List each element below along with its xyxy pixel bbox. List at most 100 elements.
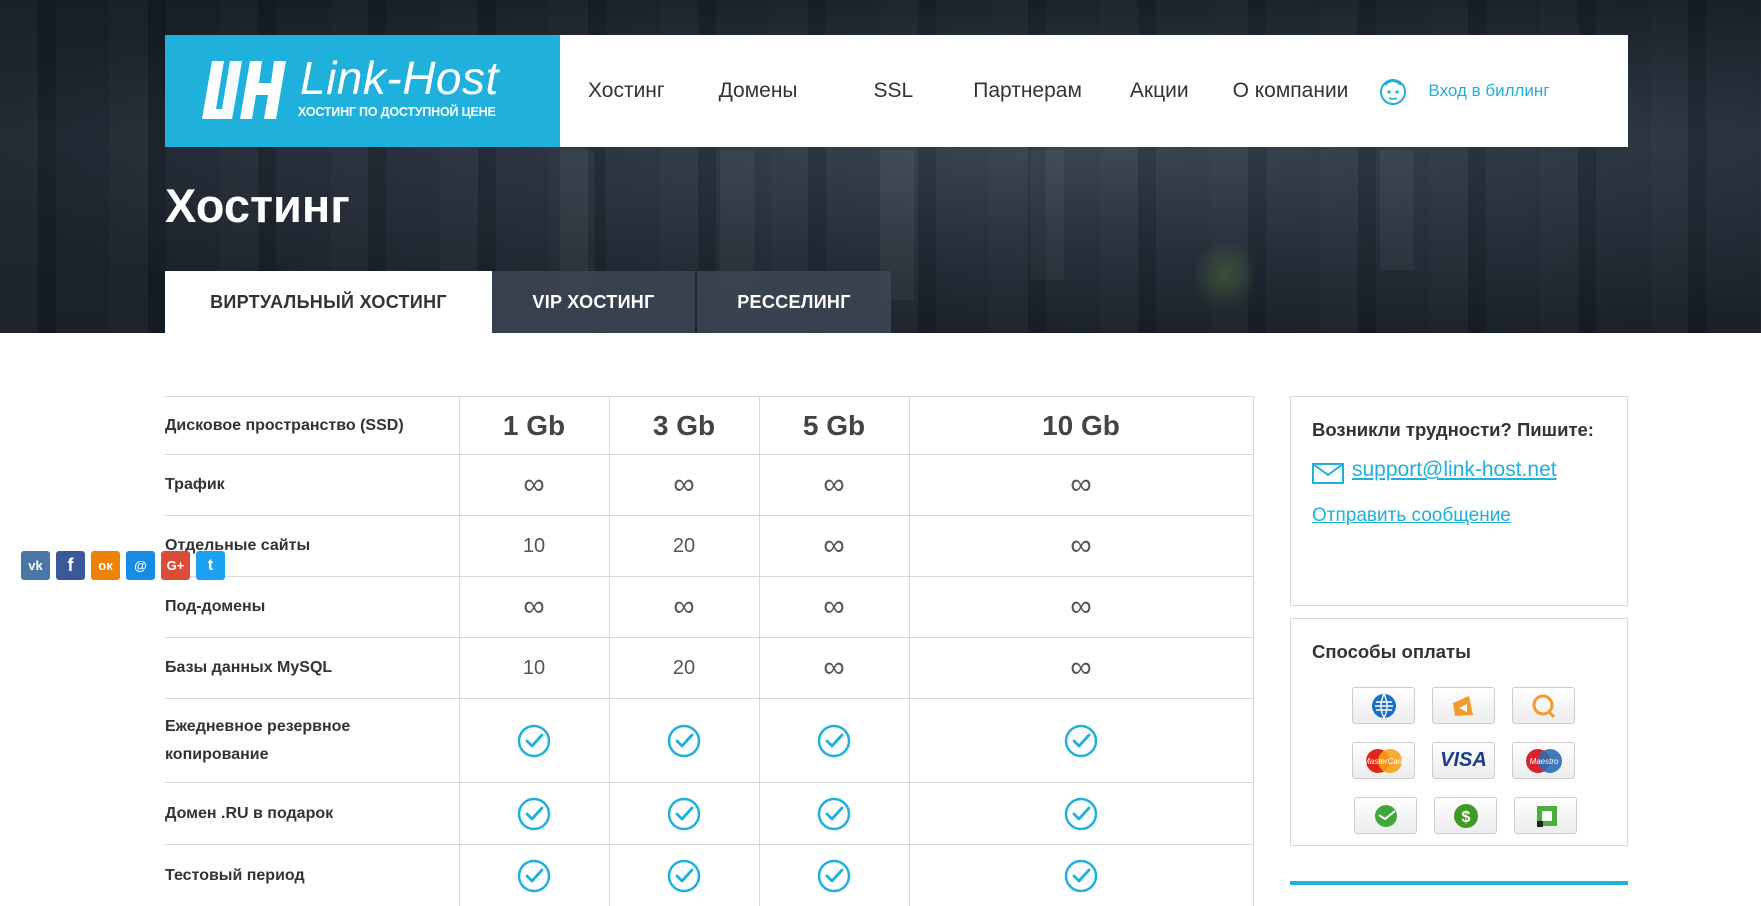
plan-header: 3 Gb (608, 396, 759, 455)
infinity-value: ∞ (523, 468, 545, 501)
plan-value: 10 (458, 515, 609, 577)
plan-header: 1 Gb (458, 396, 609, 455)
odnoklassniki-icon[interactable]: ок (91, 551, 120, 580)
plan-value (458, 782, 609, 845)
check-icon (667, 859, 701, 892)
plan-value (908, 698, 1254, 783)
check-icon (817, 797, 851, 830)
plan-value (608, 782, 759, 845)
tab-reselling[interactable]: РЕССЕЛИНГ (697, 271, 891, 333)
numeric-value: 20 (672, 534, 696, 557)
visa-icon: VISA (1432, 742, 1495, 779)
feature-label: Ежедневное резервное копирование (165, 698, 459, 783)
plan-value: 10 (458, 637, 609, 699)
table-row: Под-домены ∞ ∞ ∞ ∞ (165, 576, 1254, 638)
plan-value (608, 698, 759, 783)
feature-label: Домен .RU в подарок (165, 782, 459, 845)
table-row: Домен .RU в подарок (165, 782, 1254, 845)
check-icon (1064, 859, 1098, 892)
support-email-link[interactable]: support@link-host.net (1352, 458, 1557, 482)
plan-value: ∞ (758, 637, 909, 699)
billing-label: Вход в биллинг (1428, 81, 1550, 100)
support-email-row: support@link-host.net (1312, 455, 1557, 485)
check-icon (1064, 797, 1098, 830)
nav-item-about[interactable]: О компании (1233, 79, 1349, 103)
tab-vip-hosting[interactable]: VIP ХОСТИНГ (492, 271, 697, 333)
numeric-value: 20 (672, 656, 696, 679)
nav-item-partners[interactable]: Партнерам (973, 79, 1082, 103)
moimir-icon[interactable]: @ (126, 551, 155, 580)
plan-value: ∞ (758, 454, 909, 516)
nav-item-promotions[interactable]: Акции (1130, 79, 1189, 103)
accent-divider (1290, 881, 1628, 885)
infinity-value: ∞ (823, 651, 845, 684)
webmoney-icon (1352, 687, 1415, 724)
plan-header: 5 Gb (758, 396, 909, 455)
visa-label: VISA (1440, 749, 1487, 771)
infinity-value: ∞ (523, 590, 545, 623)
logo[interactable]: Link-Host ХОСТИНГ ПО ДОСТУПНОЙ ЦЕНЕ (165, 35, 560, 147)
plan-value (908, 782, 1254, 845)
nav-item-hosting[interactable]: Хостинг (588, 79, 665, 103)
qiwi-icon (1512, 687, 1575, 724)
check-icon (667, 797, 701, 830)
infinity-value: ∞ (673, 590, 695, 623)
check-icon (517, 859, 551, 892)
disk-space-label: Дисковое пространство (SSD) (165, 396, 459, 455)
plan-header: 10 Gb (908, 396, 1254, 455)
plan-value: ∞ (908, 576, 1254, 638)
mastercard-label: MasterCard (1363, 757, 1405, 766)
svg-text:$: $ (1461, 809, 1470, 826)
payments-title: Способы оплаты (1312, 641, 1471, 662)
yandex-money-icon (1432, 687, 1495, 724)
tab-virtual-hosting[interactable]: ВИРТУАЛЬНЫЙ ХОСТИНГ (165, 271, 492, 333)
privat-icon (1514, 797, 1577, 834)
table-row: Базы данных MySQL 10 20 ∞ ∞ (165, 637, 1254, 699)
feature-label: Базы данных MySQL (165, 637, 459, 699)
plan-value: ∞ (458, 576, 609, 638)
sberbank-icon (1354, 797, 1417, 834)
plan-value (458, 844, 609, 906)
maestro-label: Maestro (1529, 757, 1558, 766)
infinity-value: ∞ (823, 529, 845, 562)
table-row: Отдельные сайты 10 20 ∞ ∞ (165, 515, 1254, 577)
main-nav: Хостинг Домены SSL Партнерам Акции О ком… (560, 35, 1550, 147)
money-icon: $ (1434, 797, 1497, 834)
infinity-value: ∞ (1070, 651, 1092, 684)
plan-value: 20 (608, 515, 759, 577)
infinity-value: ∞ (823, 590, 845, 623)
support-question: Возникли трудности? Пишите: (1312, 419, 1594, 440)
feature-label: Трафик (165, 454, 459, 516)
nav-item-domains[interactable]: Домены (719, 79, 798, 103)
nav-item-ssl[interactable]: SSL (874, 79, 914, 103)
infinity-value: ∞ (1070, 468, 1092, 501)
hosting-tabs: ВИРТУАЛЬНЫЙ ХОСТИНГ VIP ХОСТИНГ РЕССЕЛИН… (165, 271, 891, 333)
feature-label: Под-домены (165, 576, 459, 638)
site-header: Link-Host ХОСТИНГ ПО ДОСТУПНОЙ ЦЕНЕ Хост… (165, 35, 1628, 147)
vk-icon[interactable]: vk (21, 551, 50, 580)
plan-value: ∞ (758, 576, 909, 638)
plans-table: Дисковое пространство (SSD) 1 Gb 3 Gb 5 … (165, 396, 1254, 906)
plan-value (458, 698, 609, 783)
support-box: Возникли трудности? Пишите: support@link… (1290, 396, 1628, 606)
plan-value (908, 844, 1254, 906)
plan-value (758, 844, 909, 906)
infinity-value: ∞ (1070, 529, 1092, 562)
plan-value (758, 782, 909, 845)
send-message-link[interactable]: Отправить сообщение (1312, 505, 1511, 527)
plan-value: ∞ (908, 515, 1254, 577)
infinity-value: ∞ (1070, 590, 1092, 623)
page-title: Хостинг (165, 179, 350, 232)
plan-value (608, 844, 759, 906)
table-row: Трафик ∞ ∞ ∞ ∞ (165, 454, 1254, 516)
numeric-value: 10 (522, 656, 546, 679)
plan-value: ∞ (908, 637, 1254, 699)
plan-value: 20 (608, 637, 759, 699)
plan-value: ∞ (758, 515, 909, 577)
twitter-icon[interactable]: t (196, 551, 225, 580)
facebook-icon[interactable]: f (56, 551, 85, 580)
billing-login-link[interactable]: Вход в биллинг (1378, 73, 1550, 109)
google-plus-icon[interactable]: G+ (161, 551, 190, 580)
check-icon (517, 724, 551, 757)
check-icon (817, 859, 851, 892)
